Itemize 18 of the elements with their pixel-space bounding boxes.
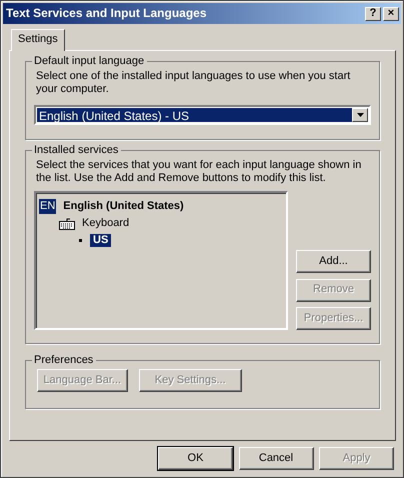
group-label: Default input language (32, 55, 148, 68)
description-text: Select one of the installed input languages to use when you start your computer. (36, 70, 352, 97)
help-button[interactable]: ? (365, 6, 381, 20)
button[interactable]: OK (158, 447, 233, 470)
tab[interactable]: Settings (11, 29, 65, 52)
language-badge: EN (39, 199, 56, 214)
tree-item[interactable]: US (90, 234, 112, 248)
tree-item[interactable]: Keyboard (79, 216, 132, 230)
tree-item[interactable]: English (United States) (60, 200, 187, 214)
language-dropdown[interactable]: English (United States) - US (34, 104, 371, 125)
button[interactable]: Add... (296, 250, 371, 274)
bullet-icon (79, 239, 82, 242)
window-title: Text Services and Input Languages (6, 6, 208, 21)
keyboard-icon (59, 218, 75, 230)
button[interactable]: Cancel (238, 447, 314, 470)
close-button[interactable]: × (383, 6, 399, 20)
dropdown-arrow-icon[interactable] (356, 112, 364, 117)
description-text: Select the services that you want for each input language shown in the list. Use the Add and Remove buttons to modify this list. (36, 159, 362, 186)
